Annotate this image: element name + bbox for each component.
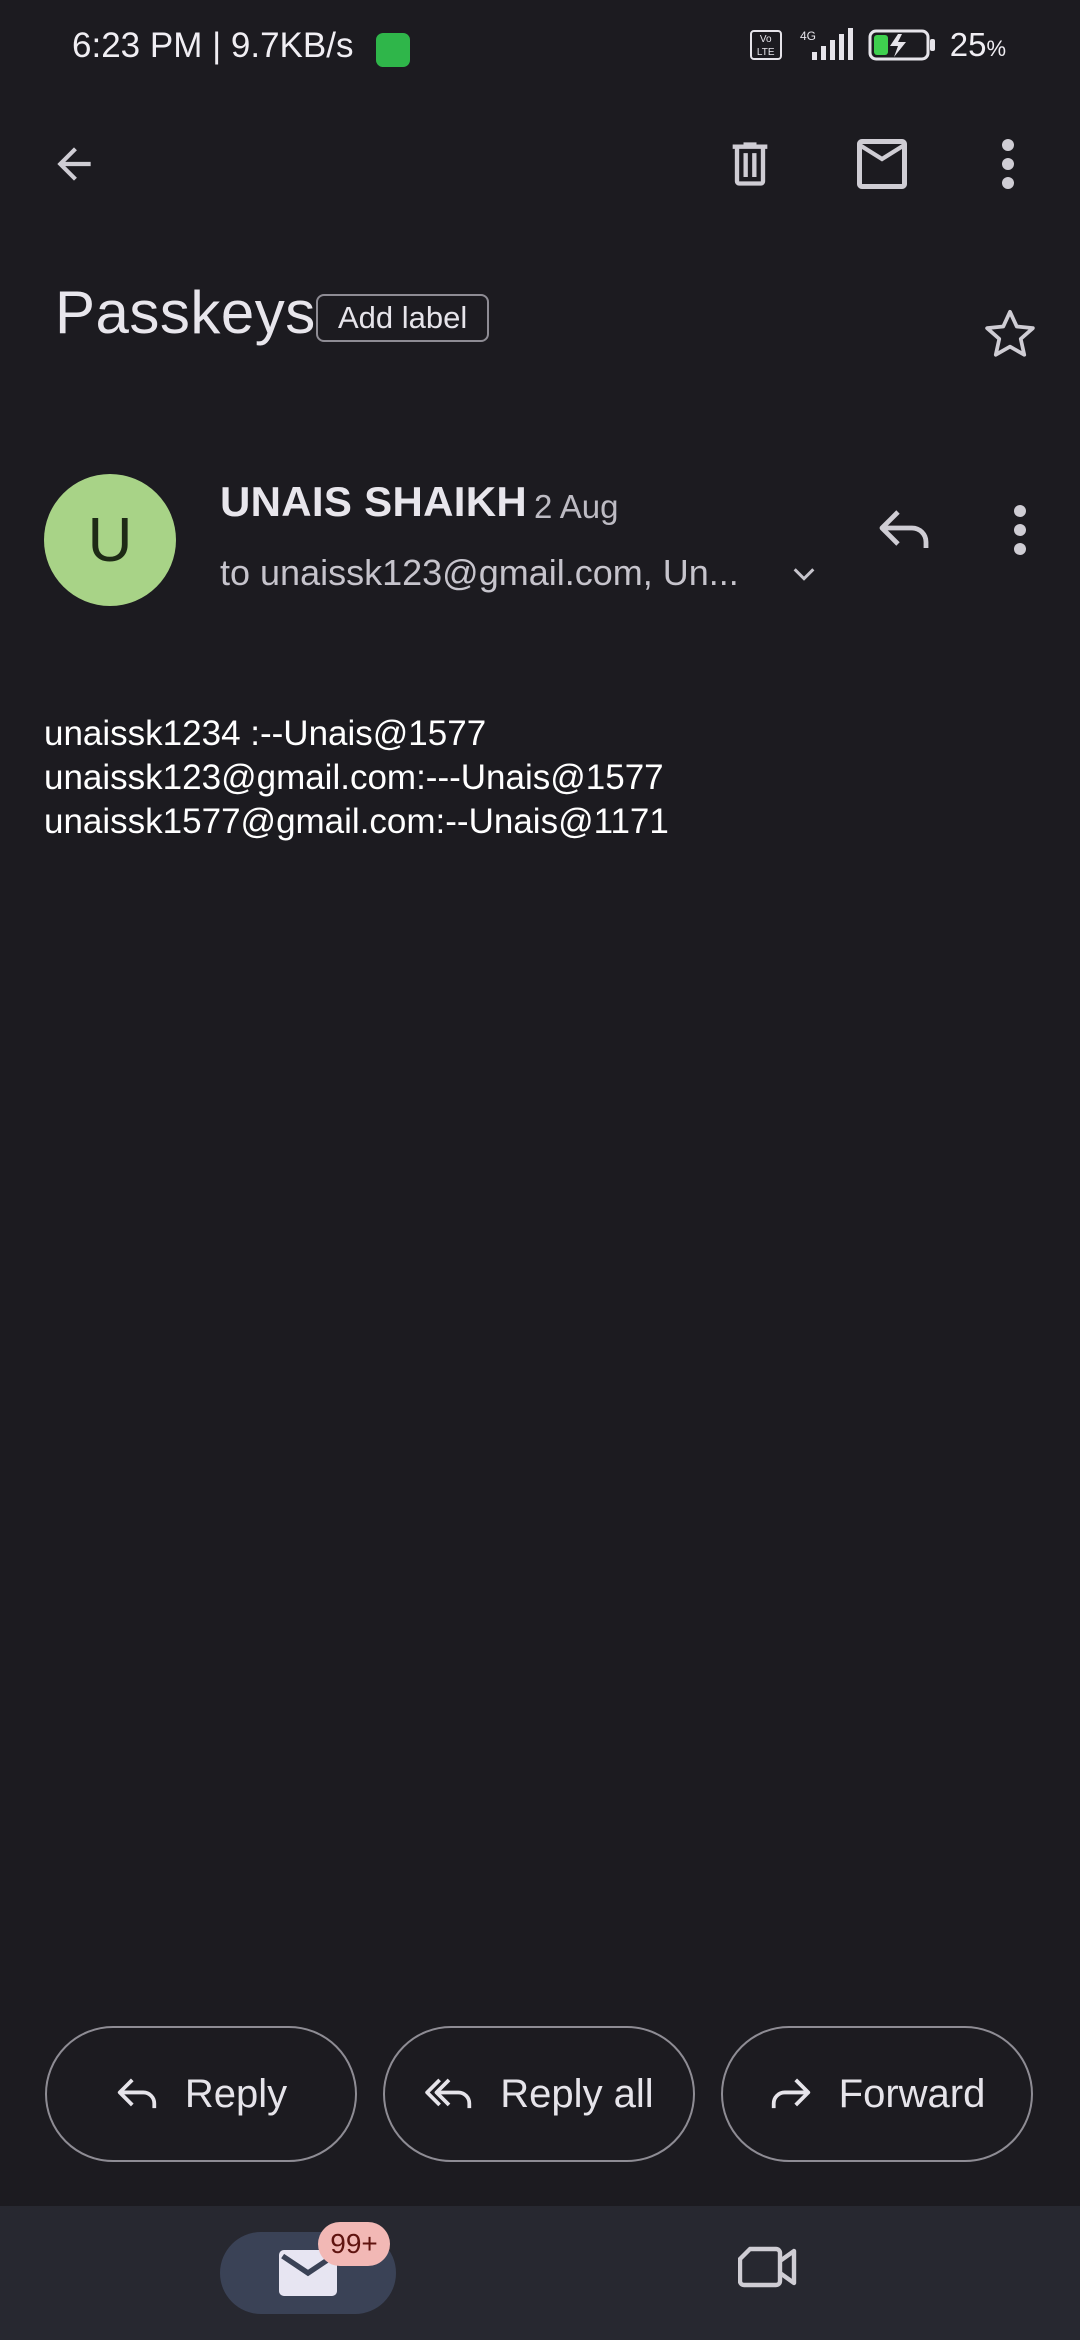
envelope-icon: [857, 139, 907, 189]
more-vertical-icon: [1014, 505, 1026, 555]
star-button[interactable]: [982, 306, 1038, 367]
email-body: unaissk1234 :--Unais@1577 unaissk123@gma…: [44, 712, 669, 844]
status-indicators: Vo LTE 4G 25%: [749, 26, 1006, 64]
nav-meet-tab[interactable]: [737, 2242, 798, 2297]
arrow-left-icon: [57, 147, 91, 181]
email-subject: Passkeys: [55, 279, 316, 346]
reply-icon: [879, 510, 929, 548]
reply-button[interactable]: Reply: [45, 2026, 357, 2162]
body-line: unaissk1577@gmail.com:--Unais@1171: [44, 802, 669, 841]
avatar[interactable]: U: [44, 474, 176, 606]
unread-count-badge: 99+: [318, 2222, 390, 2266]
recipients-line[interactable]: to unaissk123@gmail.com, Un...: [220, 552, 739, 594]
back-button[interactable]: [38, 128, 110, 200]
reply-all-icon: [425, 2078, 472, 2109]
app-notification-icon: [376, 33, 410, 67]
more-vertical-icon: [1002, 139, 1014, 189]
network-type-label: 4G: [800, 29, 816, 43]
signal-icon: 4G: [794, 28, 856, 62]
battery-icon: [868, 28, 938, 62]
more-options-button[interactable]: [972, 128, 1044, 200]
reply-all-button[interactable]: Reply all: [383, 2026, 695, 2162]
video-camera-icon: [737, 2246, 797, 2288]
status-time: 6:23 PM | 9.7KB/s: [72, 26, 354, 65]
add-label-button[interactable]: Add label: [316, 294, 490, 342]
bottom-navigation: [0, 2206, 1080, 2340]
star-icon: [985, 309, 1035, 357]
trash-icon: [732, 142, 768, 186]
forward-button[interactable]: Forward: [721, 2026, 1033, 2162]
body-line: unaissk123@gmail.com:---Unais@1577: [44, 758, 664, 797]
status-bar: 6:23 PM | 9.7KB/s Vo LTE 4G 25%: [0, 0, 1080, 100]
reply-quick-button[interactable]: [868, 494, 940, 566]
chevron-down-icon: [793, 568, 815, 581]
forward-label: Forward: [838, 2071, 986, 2116]
reply-label: Reply: [184, 2071, 288, 2116]
sender-name: UNAIS SHAIKH: [220, 478, 527, 525]
reply-icon: [117, 2078, 157, 2109]
sender-date: 2 Aug: [534, 488, 619, 525]
body-line: unaissk1234 :--Unais@1577: [44, 714, 487, 753]
reply-all-label: Reply all: [500, 2071, 654, 2116]
volte-icon: Vo LTE: [749, 30, 782, 60]
mark-unread-button[interactable]: [846, 128, 918, 200]
expand-details-button[interactable]: [790, 560, 818, 593]
delete-button[interactable]: [714, 128, 786, 200]
forward-icon: [771, 2078, 810, 2109]
battery-percent: 25%: [949, 26, 1006, 63]
message-more-button[interactable]: [984, 494, 1056, 566]
